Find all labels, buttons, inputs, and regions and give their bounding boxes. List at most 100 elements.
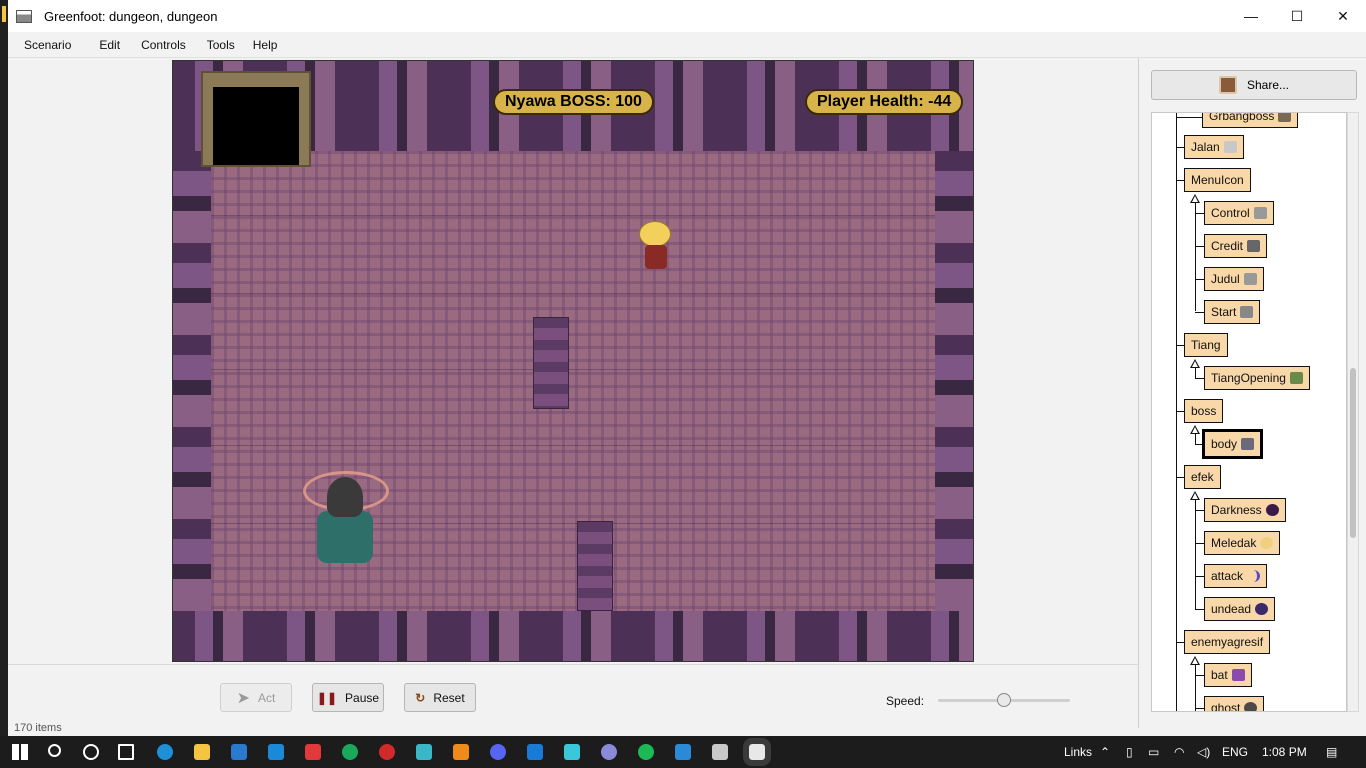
class-judul[interactable]: Judul — [1204, 267, 1264, 291]
class-ghost[interactable]: ghost — [1204, 696, 1265, 711]
class-enemyagresif[interactable]: enemyagresif — [1184, 630, 1271, 654]
edge-browser-icon[interactable] — [157, 744, 173, 760]
player-hair — [639, 221, 671, 247]
class-credit[interactable]: Credit — [1204, 234, 1268, 258]
minimize-button[interactable]: — — [1228, 0, 1274, 32]
class-start[interactable]: Start — [1204, 300, 1261, 324]
tree-branch — [1195, 675, 1204, 676]
class-jalan[interactable]: Jalan — [1184, 135, 1244, 159]
discord-icon[interactable] — [490, 744, 506, 760]
wifi-icon[interactable]: ◠ — [1174, 736, 1184, 768]
player-character — [635, 221, 675, 271]
tree-branch — [1176, 477, 1184, 478]
class-label: efek — [1191, 470, 1214, 484]
tree-branch — [1176, 180, 1184, 181]
class-boss[interactable]: boss — [1184, 399, 1224, 423]
volume-icon[interactable]: ◁) — [1197, 736, 1210, 768]
windows-taskbar: Links ⌃ ▯ ▭ ◠ ◁) ENG 1:08 PM ▤ — [0, 736, 1366, 768]
task-view-icon[interactable] — [118, 744, 134, 760]
blue-app-icon[interactable] — [527, 744, 543, 760]
boss-health-label: Nyawa BOSS: 100 — [493, 89, 654, 115]
tree-branch — [1195, 609, 1204, 610]
download-app-icon[interactable] — [564, 744, 580, 760]
inherit-arrow-icon — [1190, 656, 1200, 665]
links-toolbar[interactable]: Links — [1064, 736, 1092, 768]
class-tree-scrollbar[interactable] — [1347, 112, 1359, 712]
window-title: Greenfoot: dungeon, dungeon — [44, 8, 218, 24]
boss-hood — [327, 477, 363, 517]
tree-line — [1195, 368, 1196, 378]
menu-tools[interactable]: Tools — [207, 38, 235, 52]
tray-chevron-up-icon[interactable]: ⌃ — [1100, 736, 1110, 768]
class-bat[interactable]: bat — [1204, 663, 1252, 687]
battery-icon[interactable]: ▭ — [1148, 736, 1159, 768]
windows-start-icon[interactable] — [12, 744, 28, 760]
speed-slider[interactable] — [938, 693, 1070, 707]
class-meledak[interactable]: Meledak — [1204, 531, 1281, 555]
class-darkness[interactable]: Darkness — [1204, 498, 1286, 522]
dungeon-wall-bottom — [173, 611, 973, 661]
class-undead[interactable]: undead — [1204, 597, 1276, 621]
file-explorer-icon[interactable] — [194, 744, 210, 760]
class-body-selected[interactable]: body — [1202, 429, 1264, 459]
anime-app-icon[interactable] — [416, 744, 432, 760]
reset-icon: ↻ — [415, 690, 426, 705]
gift-app-icon[interactable] — [305, 744, 321, 760]
class-efek[interactable]: efek — [1184, 465, 1221, 489]
menu-edit[interactable]: Edit — [99, 38, 120, 52]
tree-branch — [1176, 117, 1202, 118]
utorrent-icon[interactable] — [342, 744, 358, 760]
boss-character — [295, 471, 395, 571]
menu-controls[interactable]: Controls — [141, 38, 186, 52]
door-opening — [213, 87, 299, 165]
vscode-icon[interactable] — [675, 744, 691, 760]
class-tree[interactable]: Grbangboss Jalan MenuIcon Control Credit — [1151, 112, 1347, 712]
game-launcher-icon[interactable] — [379, 744, 395, 760]
world-canvas[interactable]: Nyawa BOSS: 100 Player Health: -44 — [172, 60, 974, 662]
share-button[interactable]: Share... — [1151, 70, 1357, 100]
pause-button[interactable]: ❚❚ Pause — [312, 683, 384, 712]
scrollbar-thumb[interactable] — [1350, 368, 1356, 538]
notification-icon[interactable]: ▤ — [1326, 736, 1337, 768]
maximize-button[interactable]: ☐ — [1274, 0, 1320, 32]
class-label: Start — [1211, 305, 1237, 319]
class-label: Tiang — [1191, 338, 1221, 352]
mail-icon[interactable] — [268, 744, 284, 760]
menu-help[interactable]: Help — [253, 38, 278, 52]
floor-seam — [211, 445, 935, 446]
class-grbangboss[interactable]: Grbangboss — [1202, 113, 1299, 128]
store-icon[interactable] — [231, 744, 247, 760]
tree-branch — [1195, 246, 1204, 247]
eclipse-icon[interactable] — [601, 744, 617, 760]
reset-button[interactable]: ↻ Reset — [404, 683, 476, 712]
menu-scenario[interactable]: Scenario — [24, 38, 71, 52]
class-browser: Share... Grbangboss Jalan MenuIcon Contr… — [1138, 58, 1366, 728]
class-attack[interactable]: attack — [1204, 564, 1268, 588]
device-icon[interactable]: ▯ — [1126, 736, 1133, 768]
act-arrow-icon: ➤ — [236, 689, 251, 707]
inherit-arrow-icon — [1190, 425, 1200, 434]
start-sprite-icon — [1240, 306, 1254, 318]
cortana-icon[interactable] — [83, 744, 99, 760]
floor-seam — [211, 369, 935, 370]
pillar-obstacle — [577, 521, 613, 611]
audio-app-icon[interactable] — [712, 744, 728, 760]
class-menuicon[interactable]: MenuIcon — [1184, 168, 1251, 192]
tree-branch — [1195, 279, 1204, 280]
close-button[interactable]: ✕ — [1320, 0, 1366, 32]
class-tiangopening[interactable]: TiangOpening — [1204, 366, 1310, 390]
spotify-icon[interactable] — [638, 744, 654, 760]
pillar-obstacle — [533, 317, 569, 409]
search-icon[interactable] — [48, 744, 61, 757]
clock[interactable]: 1:08 PM — [1262, 736, 1307, 768]
tree-branch — [1195, 543, 1204, 544]
player-health-label: Player Health: -44 — [805, 89, 964, 115]
greenfoot-taskbar-icon[interactable] — [743, 738, 771, 766]
act-button[interactable]: ➤ Act — [220, 683, 292, 712]
class-label: Credit — [1211, 239, 1244, 253]
speed-slider-thumb[interactable] — [997, 693, 1011, 707]
class-tiang[interactable]: Tiang — [1184, 333, 1228, 357]
class-control[interactable]: Control — [1204, 201, 1274, 225]
vlc-icon[interactable] — [453, 744, 469, 760]
language-indicator[interactable]: ENG — [1222, 736, 1248, 768]
